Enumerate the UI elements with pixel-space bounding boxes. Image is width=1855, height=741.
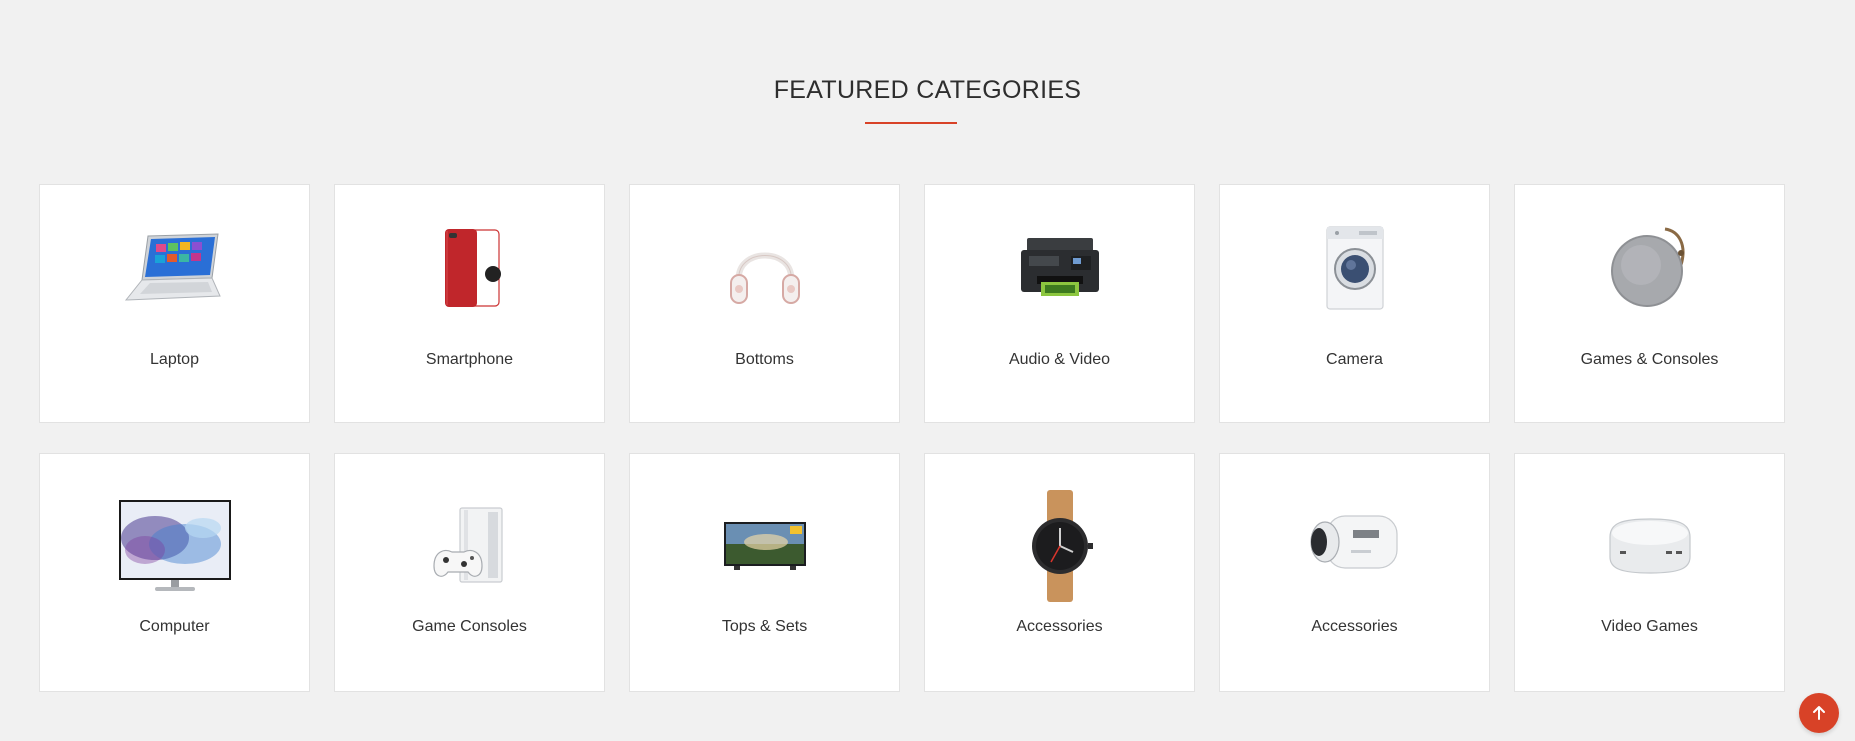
laptop-icon bbox=[105, 223, 245, 313]
category-card-accessories-watch[interactable]: Accessories bbox=[924, 453, 1195, 692]
category-label: Accessories bbox=[1311, 618, 1398, 635]
action-camera-icon bbox=[1285, 498, 1425, 594]
category-card-camera[interactable]: Camera bbox=[1219, 184, 1490, 423]
category-card-bottoms[interactable]: Bottoms bbox=[629, 184, 900, 423]
category-card-games-consoles[interactable]: Games & Consoles bbox=[1514, 184, 1785, 423]
mini-pc-icon bbox=[1580, 498, 1720, 594]
category-label: Tops & Sets bbox=[721, 618, 808, 635]
speaker-icon bbox=[1580, 223, 1720, 313]
category-label: Audio & Video bbox=[1008, 351, 1111, 368]
category-label: Games & Consoles bbox=[1580, 351, 1719, 368]
category-card-smartphone[interactable]: Smartphone bbox=[334, 184, 605, 423]
smartphone-icon bbox=[400, 223, 540, 313]
category-grid: Laptop Smartphone Bottoms Audio & Video … bbox=[39, 184, 1785, 692]
arrow-up-icon bbox=[1813, 706, 1825, 720]
category-card-computer[interactable]: Computer bbox=[39, 453, 310, 692]
monitor-icon bbox=[105, 498, 245, 594]
category-card-game-consoles[interactable]: Game Consoles bbox=[334, 453, 605, 692]
category-label: Camera bbox=[1326, 351, 1383, 368]
category-label: Bottoms bbox=[735, 351, 794, 368]
section-title: FEATURED CATEGORIES bbox=[773, 76, 1082, 104]
category-card-tops-sets[interactable]: Tops & Sets bbox=[629, 453, 900, 692]
watch-icon bbox=[990, 490, 1130, 602]
category-card-laptop[interactable]: Laptop bbox=[39, 184, 310, 423]
category-card-accessories-camera[interactable]: Accessories bbox=[1219, 453, 1490, 692]
category-label: Smartphone bbox=[425, 351, 514, 368]
title-underline bbox=[865, 122, 957, 124]
category-label: Video Games bbox=[1601, 618, 1698, 635]
headphones-icon bbox=[695, 223, 835, 313]
category-label: Laptop bbox=[150, 351, 199, 368]
tv-icon bbox=[695, 498, 835, 594]
category-card-audio-video[interactable]: Audio & Video bbox=[924, 184, 1195, 423]
category-label: Accessories bbox=[1016, 618, 1103, 635]
category-label: Computer bbox=[139, 618, 210, 635]
category-card-video-games[interactable]: Video Games bbox=[1514, 453, 1785, 692]
washing-machine-icon bbox=[1285, 223, 1425, 313]
scroll-to-top-button[interactable] bbox=[1799, 693, 1839, 733]
game-console-icon bbox=[400, 498, 540, 594]
printer-icon bbox=[990, 223, 1130, 313]
category-label: Game Consoles bbox=[412, 618, 527, 635]
